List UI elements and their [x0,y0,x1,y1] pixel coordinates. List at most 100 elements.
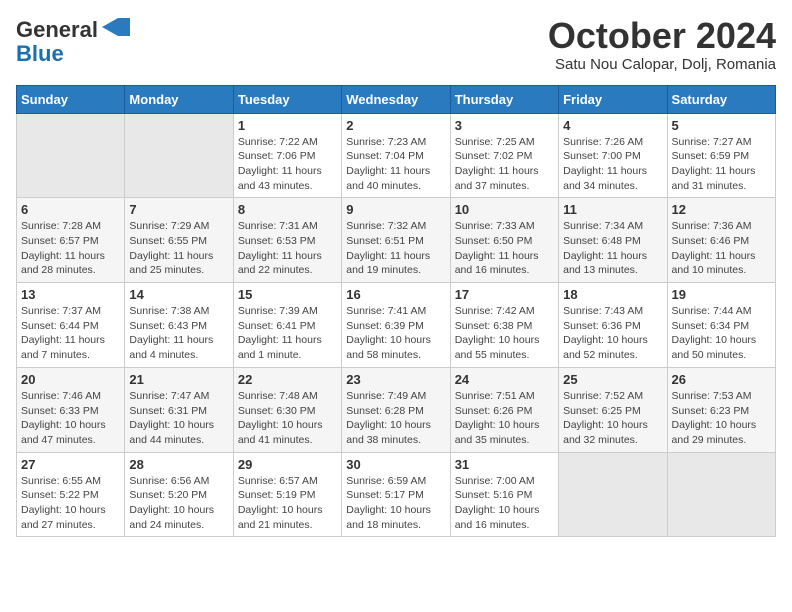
day-number: 12 [672,202,771,217]
calendar-cell: 9 Sunrise: 7:32 AM Sunset: 6:51 PM Daylig… [342,198,450,283]
day-number: 9 [346,202,445,217]
day-number: 16 [346,287,445,302]
calendar-cell: 8 Sunrise: 7:31 AM Sunset: 6:53 PM Daylig… [233,198,341,283]
day-number: 7 [129,202,228,217]
week-row-5: 27 Sunrise: 6:55 AM Sunset: 5:22 PM Dayli… [17,452,776,537]
day-number: 18 [563,287,662,302]
calendar-cell: 23Sunrise: 7:49 AM Sunset: 6:28 PM Dayli… [342,367,450,452]
logo-blue-text: Blue [16,43,64,65]
calendar-cell: 1 Sunrise: 7:22 AM Sunset: 7:06 PM Daylig… [233,113,341,198]
calendar-cell: 15Sunrise: 7:39 AM Sunset: 6:41 PM Dayli… [233,283,341,368]
logo: General Blue [16,16,130,65]
calendar-cell [125,113,233,198]
calendar-cell: 25 Sunrise: 7:52 AM Sunset: 6:25 PM Dayli… [559,367,667,452]
title-block: October 2024 Satu Nou Calopar, Dolj, Rom… [548,16,776,73]
day-info: Sunrise: 7:34 AM Sunset: 6:48 PM Dayligh… [563,219,662,278]
day-number: 26 [672,372,771,387]
header-day-monday: Monday [125,85,233,113]
month-title: October 2024 [548,16,776,56]
calendar-cell: 4 Sunrise: 7:26 AM Sunset: 7:00 PM Daylig… [559,113,667,198]
day-number: 10 [455,202,554,217]
day-number: 24 [455,372,554,387]
day-info: Sunrise: 7:46 AM Sunset: 6:33 PM Dayligh… [21,389,120,448]
calendar-cell [17,113,125,198]
calendar-cell: 18Sunrise: 7:43 AM Sunset: 6:36 PM Dayli… [559,283,667,368]
day-info: Sunrise: 7:29 AM Sunset: 6:55 PM Dayligh… [129,219,228,278]
day-number: 17 [455,287,554,302]
day-number: 1 [238,118,337,133]
calendar-cell: 14Sunrise: 7:38 AM Sunset: 6:43 PM Dayli… [125,283,233,368]
calendar-cell: 29Sunrise: 6:57 AM Sunset: 5:19 PM Dayli… [233,452,341,537]
day-number: 8 [238,202,337,217]
day-info: Sunrise: 7:48 AM Sunset: 6:30 PM Dayligh… [238,389,337,448]
calendar-cell: 17Sunrise: 7:42 AM Sunset: 6:38 PM Dayli… [450,283,558,368]
calendar-cell: 27 Sunrise: 6:55 AM Sunset: 5:22 PM Dayli… [17,452,125,537]
day-number: 4 [563,118,662,133]
calendar-cell: 22Sunrise: 7:48 AM Sunset: 6:30 PM Dayli… [233,367,341,452]
week-row-3: 13Sunrise: 7:37 AM Sunset: 6:44 PM Dayli… [17,283,776,368]
calendar-cell: 12Sunrise: 7:36 AM Sunset: 6:46 PM Dayli… [667,198,775,283]
day-number: 21 [129,372,228,387]
day-number: 29 [238,457,337,472]
day-info: Sunrise: 7:28 AM Sunset: 6:57 PM Dayligh… [21,219,120,278]
calendar-cell: 24 Sunrise: 7:51 AM Sunset: 6:26 PM Dayli… [450,367,558,452]
header-row: SundayMondayTuesdayWednesdayThursdayFrid… [17,85,776,113]
calendar-cell: 7 Sunrise: 7:29 AM Sunset: 6:55 PM Daylig… [125,198,233,283]
logo-general-text: General [16,19,98,41]
calendar-cell [667,452,775,537]
day-info: Sunrise: 6:55 AM Sunset: 5:22 PM Dayligh… [21,474,120,533]
calendar-cell: 19Sunrise: 7:44 AM Sunset: 6:34 PM Dayli… [667,283,775,368]
calendar-cell: 26 Sunrise: 7:53 AM Sunset: 6:23 PM Dayli… [667,367,775,452]
day-info: Sunrise: 7:22 AM Sunset: 7:06 PM Dayligh… [238,135,337,194]
day-info: Sunrise: 7:32 AM Sunset: 6:51 PM Dayligh… [346,219,445,278]
day-info: Sunrise: 7:37 AM Sunset: 6:44 PM Dayligh… [21,304,120,363]
day-info: Sunrise: 7:44 AM Sunset: 6:34 PM Dayligh… [672,304,771,363]
day-info: Sunrise: 7:31 AM Sunset: 6:53 PM Dayligh… [238,219,337,278]
calendar-body: 1 Sunrise: 7:22 AM Sunset: 7:06 PM Daylig… [17,113,776,537]
calendar-cell: 11 Sunrise: 7:34 AM Sunset: 6:48 PM Dayli… [559,198,667,283]
day-info: Sunrise: 7:52 AM Sunset: 6:25 PM Dayligh… [563,389,662,448]
day-info: Sunrise: 7:47 AM Sunset: 6:31 PM Dayligh… [129,389,228,448]
calendar-cell: 30 Sunrise: 6:59 AM Sunset: 5:17 PM Dayli… [342,452,450,537]
day-info: Sunrise: 7:41 AM Sunset: 6:39 PM Dayligh… [346,304,445,363]
calendar-cell: 28 Sunrise: 6:56 AM Sunset: 5:20 PM Dayli… [125,452,233,537]
header-day-friday: Friday [559,85,667,113]
day-info: Sunrise: 7:26 AM Sunset: 7:00 PM Dayligh… [563,135,662,194]
day-info: Sunrise: 7:27 AM Sunset: 6:59 PM Dayligh… [672,135,771,194]
header-day-saturday: Saturday [667,85,775,113]
day-info: Sunrise: 6:56 AM Sunset: 5:20 PM Dayligh… [129,474,228,533]
day-info: Sunrise: 7:38 AM Sunset: 6:43 PM Dayligh… [129,304,228,363]
day-number: 31 [455,457,554,472]
calendar-cell: 5 Sunrise: 7:27 AM Sunset: 6:59 PM Daylig… [667,113,775,198]
calendar-header: SundayMondayTuesdayWednesdayThursdayFrid… [17,85,776,113]
day-info: Sunrise: 7:49 AM Sunset: 6:28 PM Dayligh… [346,389,445,448]
calendar-cell: 20 Sunrise: 7:46 AM Sunset: 6:33 PM Dayli… [17,367,125,452]
day-number: 11 [563,202,662,217]
week-row-4: 20 Sunrise: 7:46 AM Sunset: 6:33 PM Dayli… [17,367,776,452]
header-day-thursday: Thursday [450,85,558,113]
day-number: 25 [563,372,662,387]
day-number: 6 [21,202,120,217]
header-day-wednesday: Wednesday [342,85,450,113]
calendar-cell: 3Sunrise: 7:25 AM Sunset: 7:02 PM Daylig… [450,113,558,198]
day-info: Sunrise: 6:59 AM Sunset: 5:17 PM Dayligh… [346,474,445,533]
calendar-cell [559,452,667,537]
day-number: 3 [455,118,554,133]
day-number: 30 [346,457,445,472]
day-info: Sunrise: 7:39 AM Sunset: 6:41 PM Dayligh… [238,304,337,363]
day-number: 27 [21,457,120,472]
day-number: 28 [129,457,228,472]
day-info: Sunrise: 7:23 AM Sunset: 7:04 PM Dayligh… [346,135,445,194]
calendar-cell: 21 Sunrise: 7:47 AM Sunset: 6:31 PM Dayli… [125,367,233,452]
header-day-sunday: Sunday [17,85,125,113]
day-info: Sunrise: 7:53 AM Sunset: 6:23 PM Dayligh… [672,389,771,448]
week-row-2: 6 Sunrise: 7:28 AM Sunset: 6:57 PM Daylig… [17,198,776,283]
day-number: 20 [21,372,120,387]
calendar-cell: 2Sunrise: 7:23 AM Sunset: 7:04 PM Daylig… [342,113,450,198]
day-info: Sunrise: 7:51 AM Sunset: 6:26 PM Dayligh… [455,389,554,448]
calendar-table: SundayMondayTuesdayWednesdayThursdayFrid… [16,85,776,538]
day-number: 5 [672,118,771,133]
day-info: Sunrise: 7:33 AM Sunset: 6:50 PM Dayligh… [455,219,554,278]
page-header: General Blue October 2024 Satu Nou Calop… [16,16,776,73]
day-info: Sunrise: 7:00 AM Sunset: 5:16 PM Dayligh… [455,474,554,533]
